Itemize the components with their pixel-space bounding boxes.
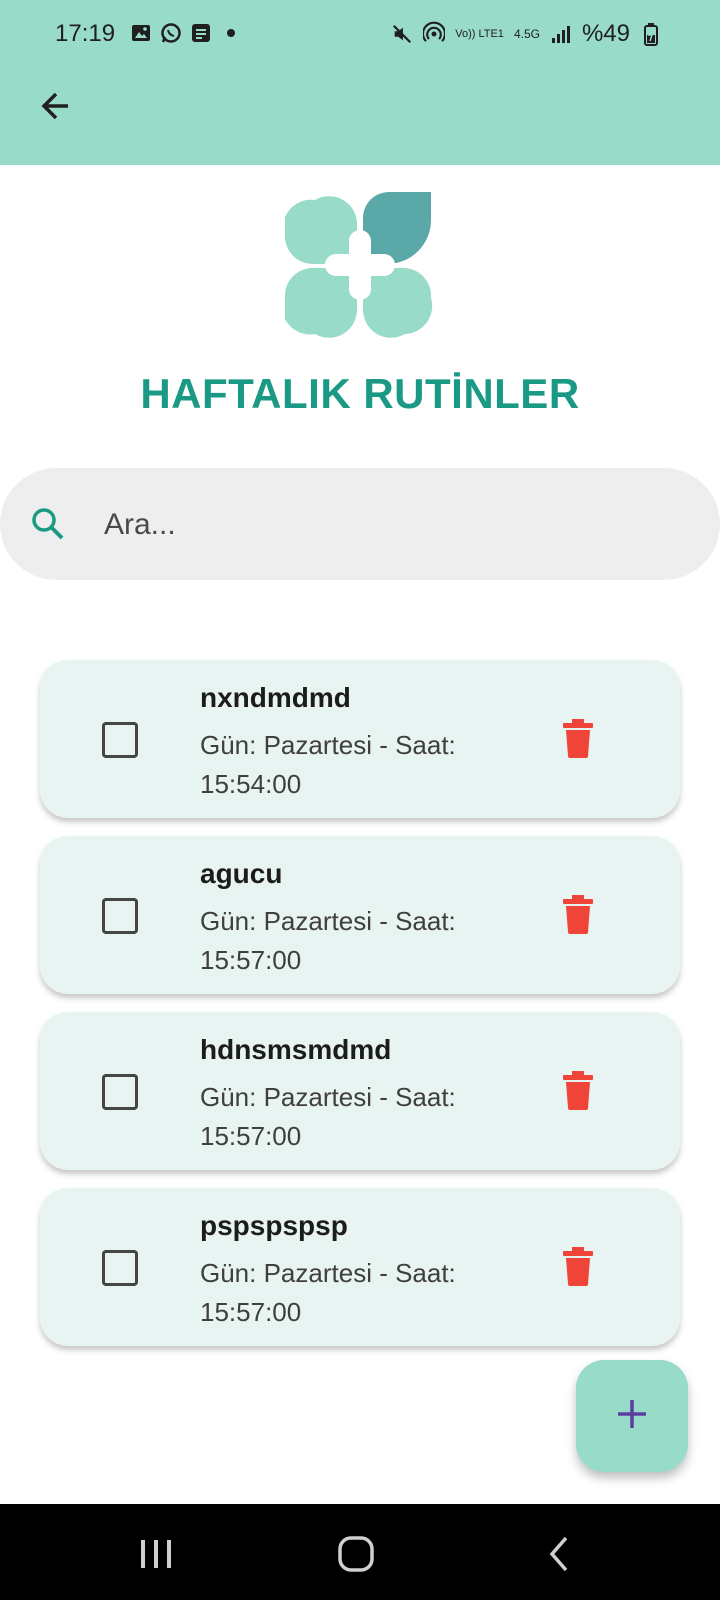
search-icon xyxy=(28,504,68,544)
whatsapp-icon xyxy=(160,22,182,44)
system-icons: Vo)) LTE1 4.5G %49 xyxy=(391,20,662,48)
mute-icon xyxy=(391,23,413,45)
status-time: 17:19 xyxy=(55,20,116,47)
notification-icons xyxy=(130,22,242,44)
battery-percent: %49 xyxy=(581,20,630,47)
routine-title: hdnsmsmdmd xyxy=(200,1034,392,1065)
routine-card[interactable]: agucu Gün: Pazartesi - Saat: 15:57:00 xyxy=(40,836,680,994)
hotspot-icon xyxy=(423,21,446,45)
page-title: HAFTALIK RUTİNLER xyxy=(140,370,580,417)
trash-icon[interactable] xyxy=(560,1246,596,1286)
routine-schedule: Gün: Pazartesi - Saat: 15:57:00 xyxy=(200,1258,456,1327)
routine-list: nxndmdmd Gün: Pazartesi - Saat: 15:54:00… xyxy=(40,660,680,1364)
signal-icon xyxy=(550,23,572,45)
routine-card[interactable]: pspspspsp Gün: Pazartesi - Saat: 15:57:0… xyxy=(40,1188,680,1346)
recents-icon[interactable] xyxy=(136,1534,176,1574)
back-button[interactable] xyxy=(30,82,82,134)
routine-schedule: Gün: Pazartesi - Saat: 15:57:00 xyxy=(200,906,456,975)
trash-icon[interactable] xyxy=(560,718,596,758)
routine-checkbox[interactable] xyxy=(102,898,138,934)
back-icon[interactable] xyxy=(540,1534,580,1574)
search-input[interactable] xyxy=(102,498,666,552)
dot-icon xyxy=(220,22,242,44)
routine-card[interactable]: nxndmdmd Gün: Pazartesi - Saat: 15:54:00 xyxy=(40,660,680,818)
status-bar: 17:19 Vo)) LTE1 4.5G %49 xyxy=(0,0,720,70)
routine-schedule: Gün: Pazartesi - Saat: 15:57:00 xyxy=(200,1082,456,1151)
add-routine-button[interactable] xyxy=(576,1360,688,1472)
plus-icon xyxy=(615,1397,649,1436)
routine-checkbox[interactable] xyxy=(102,722,138,758)
clover-cross-logo xyxy=(282,190,435,340)
home-icon[interactable] xyxy=(336,1534,376,1574)
arrow-left-icon xyxy=(38,88,74,129)
image-icon xyxy=(130,22,152,44)
routine-title: nxndmdmd xyxy=(200,682,351,713)
volte-label: Vo)) LTE1 xyxy=(455,27,504,40)
routine-title: pspspspsp xyxy=(200,1210,348,1241)
app-bar: 17:19 Vo)) LTE1 4.5G %49 xyxy=(0,0,720,165)
trash-icon[interactable] xyxy=(560,894,596,934)
routine-schedule: Gün: Pazartesi - Saat: 15:54:00 xyxy=(200,730,456,799)
routine-title: agucu xyxy=(200,858,283,889)
routine-card[interactable]: hdnsmsmdmd Gün: Pazartesi - Saat: 15:57:… xyxy=(40,1012,680,1170)
battery-icon xyxy=(640,23,662,46)
network-label: 4.5G xyxy=(513,27,540,41)
trash-icon[interactable] xyxy=(560,1070,596,1110)
system-nav-bar xyxy=(0,1504,720,1600)
routine-checkbox[interactable] xyxy=(102,1250,138,1286)
routine-checkbox[interactable] xyxy=(102,1074,138,1110)
message-icon xyxy=(190,22,212,44)
search-bar[interactable] xyxy=(0,468,720,580)
